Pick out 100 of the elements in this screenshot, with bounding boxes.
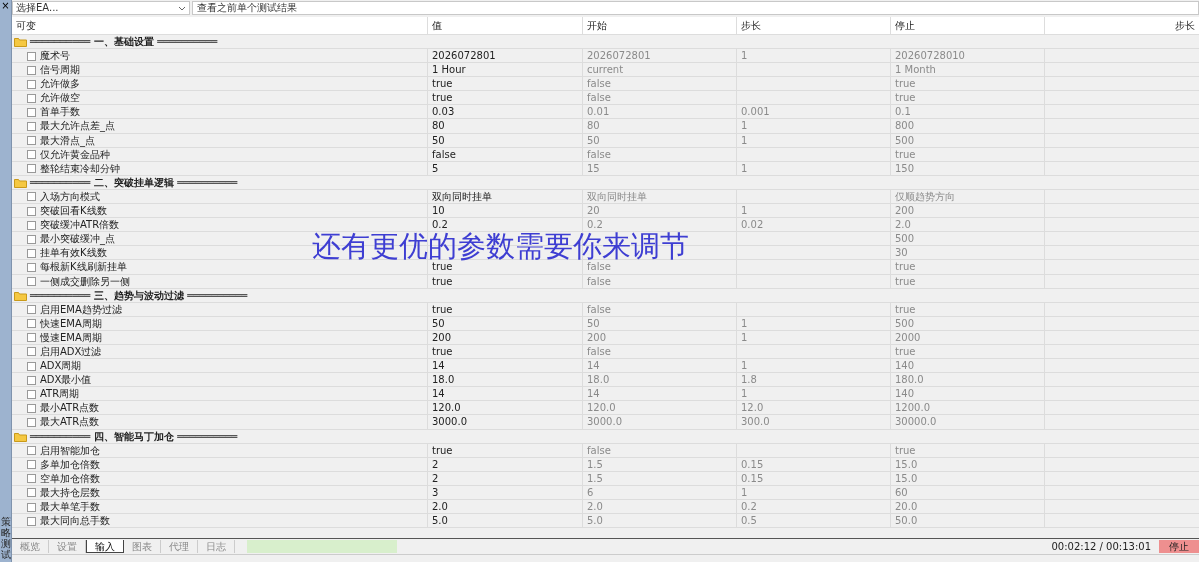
checkbox[interactable] [27,122,36,131]
column-header[interactable]: 停止 [890,16,1044,35]
group-title: ══════════ 四、智能马丁加仓 ══════════ [30,429,238,444]
column-header[interactable]: 开始 [582,16,736,35]
table-cell: 50.0 [890,514,1044,529]
checkbox[interactable] [27,65,36,75]
checkbox[interactable] [27,262,36,272]
group-title: ══════════ 二、突破挂单逻辑 ══════════ [30,175,238,190]
table-cell: false [582,274,736,289]
table-cell: 500 [890,133,1044,148]
table-cell: 15.0 [890,457,1044,472]
checkbox[interactable] [27,206,36,216]
caret-icon [178,5,186,11]
checkbox[interactable] [27,136,36,146]
checkbox[interactable] [27,93,36,103]
table-cell: true [427,443,582,458]
parameter-name: 最大持仓层数 [40,485,100,500]
checkbox[interactable] [27,375,36,385]
parameter-name: 启用ADX过滤 [40,345,102,359]
checkbox[interactable] [27,319,36,329]
table-cell: 150 [890,161,1044,176]
table-cell: true [427,260,582,275]
checkbox[interactable] [27,192,36,202]
table-cell: 1.5 [582,457,736,472]
table-cell: 5 [427,161,582,176]
checkbox[interactable] [27,248,36,258]
table-cell: 2 [427,471,582,486]
table-cell: 500 [890,316,1044,331]
table-cell: 50 [427,133,582,148]
checkbox[interactable] [27,403,36,413]
table-cell: 3 [427,485,582,500]
table-cell: 200 [582,330,736,345]
caption-text: 还有更优的参数需要你来调节 [312,232,689,260]
checkbox[interactable] [27,220,36,230]
column-header[interactable]: 步长 [1044,16,1199,35]
column-header[interactable]: 可变 [12,16,427,35]
checkbox[interactable] [27,347,36,357]
table-cell: 200 [427,330,582,345]
table-cell: 仅顺趋势方向 [890,189,1044,204]
close-icon[interactable]: × [1,0,10,12]
column-header[interactable]: 值 [427,16,582,35]
ea-dropdown[interactable]: 选择EA... [12,1,190,15]
group-title: ══════════ 一、基础设置 ══════════ [30,34,218,49]
checkbox[interactable] [27,502,36,512]
table-cell: true [890,147,1044,162]
parameter-name: 最大单笔手数 [40,500,100,514]
parameter-name: 每根新K线刷新挂单 [40,260,127,275]
table-cell: true [890,345,1044,359]
table-cell: true [427,302,582,317]
checkbox[interactable] [27,79,36,89]
results-field[interactable]: 查看之前单个测试结果 [192,1,1199,15]
parameter-name: 仅允许黄金品种 [40,147,110,162]
parameter-name: 慢速EMA周期 [40,330,102,345]
checkbox[interactable] [27,474,36,484]
checkbox[interactable] [27,164,36,174]
parameter-name: 最大滑点_点 [40,133,95,148]
parameter-name: 允许做多 [40,77,80,92]
checkbox[interactable] [27,417,36,427]
table-cell: 300.0 [736,415,890,430]
table-cell: 5.0 [582,514,736,529]
table-cell: 2 [427,457,582,472]
checkbox[interactable] [27,234,36,244]
parameter-name: 启用智能加仓 [40,443,100,458]
table-cell: 3000.0 [582,415,736,430]
checkbox[interactable] [27,389,36,399]
checkbox[interactable] [27,488,36,498]
parameter-name: 突破回看K线数 [40,204,107,219]
checkbox[interactable] [27,150,36,160]
table-cell: 60 [890,485,1044,500]
tab[interactable]: 输入 [86,540,124,554]
parameter-name: ADX最小值 [40,373,92,388]
checkbox[interactable] [27,305,36,315]
table-cell: 双向同时挂单 [582,189,736,204]
checkbox[interactable] [27,277,36,286]
checkbox[interactable] [27,460,36,470]
table-cell: 15 [582,161,736,176]
table-cell: 50 [582,316,736,331]
table-cell: 80 [582,119,736,134]
table-cell: 0.15 [736,471,890,486]
table-cell: true [427,274,582,289]
table-cell: 1 [736,485,890,500]
table-cell: 1 [736,161,890,176]
checkbox[interactable] [27,333,36,343]
table-cell: 1 [736,119,890,134]
checkbox[interactable] [27,446,36,456]
checkbox[interactable] [27,107,36,117]
parameter-name: 多单加仓倍数 [40,457,100,472]
elapsed-time: 00:02:12 / 00:13:01 [1051,541,1152,553]
table-cell: true [890,443,1044,458]
stop-button[interactable]: 停止 [1159,540,1199,554]
column-header[interactable]: 步长 [736,16,890,35]
table-cell: true [890,274,1044,289]
checkbox[interactable] [27,361,36,371]
checkbox[interactable] [27,516,36,526]
parameter-name: 整轮结束冷却分钟 [40,161,120,176]
parameter-name: 最大ATR点数 [40,415,100,430]
checkbox[interactable] [27,51,36,61]
panel-title: 策略测试 [0,516,11,560]
table-cell: 双向同时挂单 [427,189,582,204]
table-cell: 800 [890,119,1044,134]
